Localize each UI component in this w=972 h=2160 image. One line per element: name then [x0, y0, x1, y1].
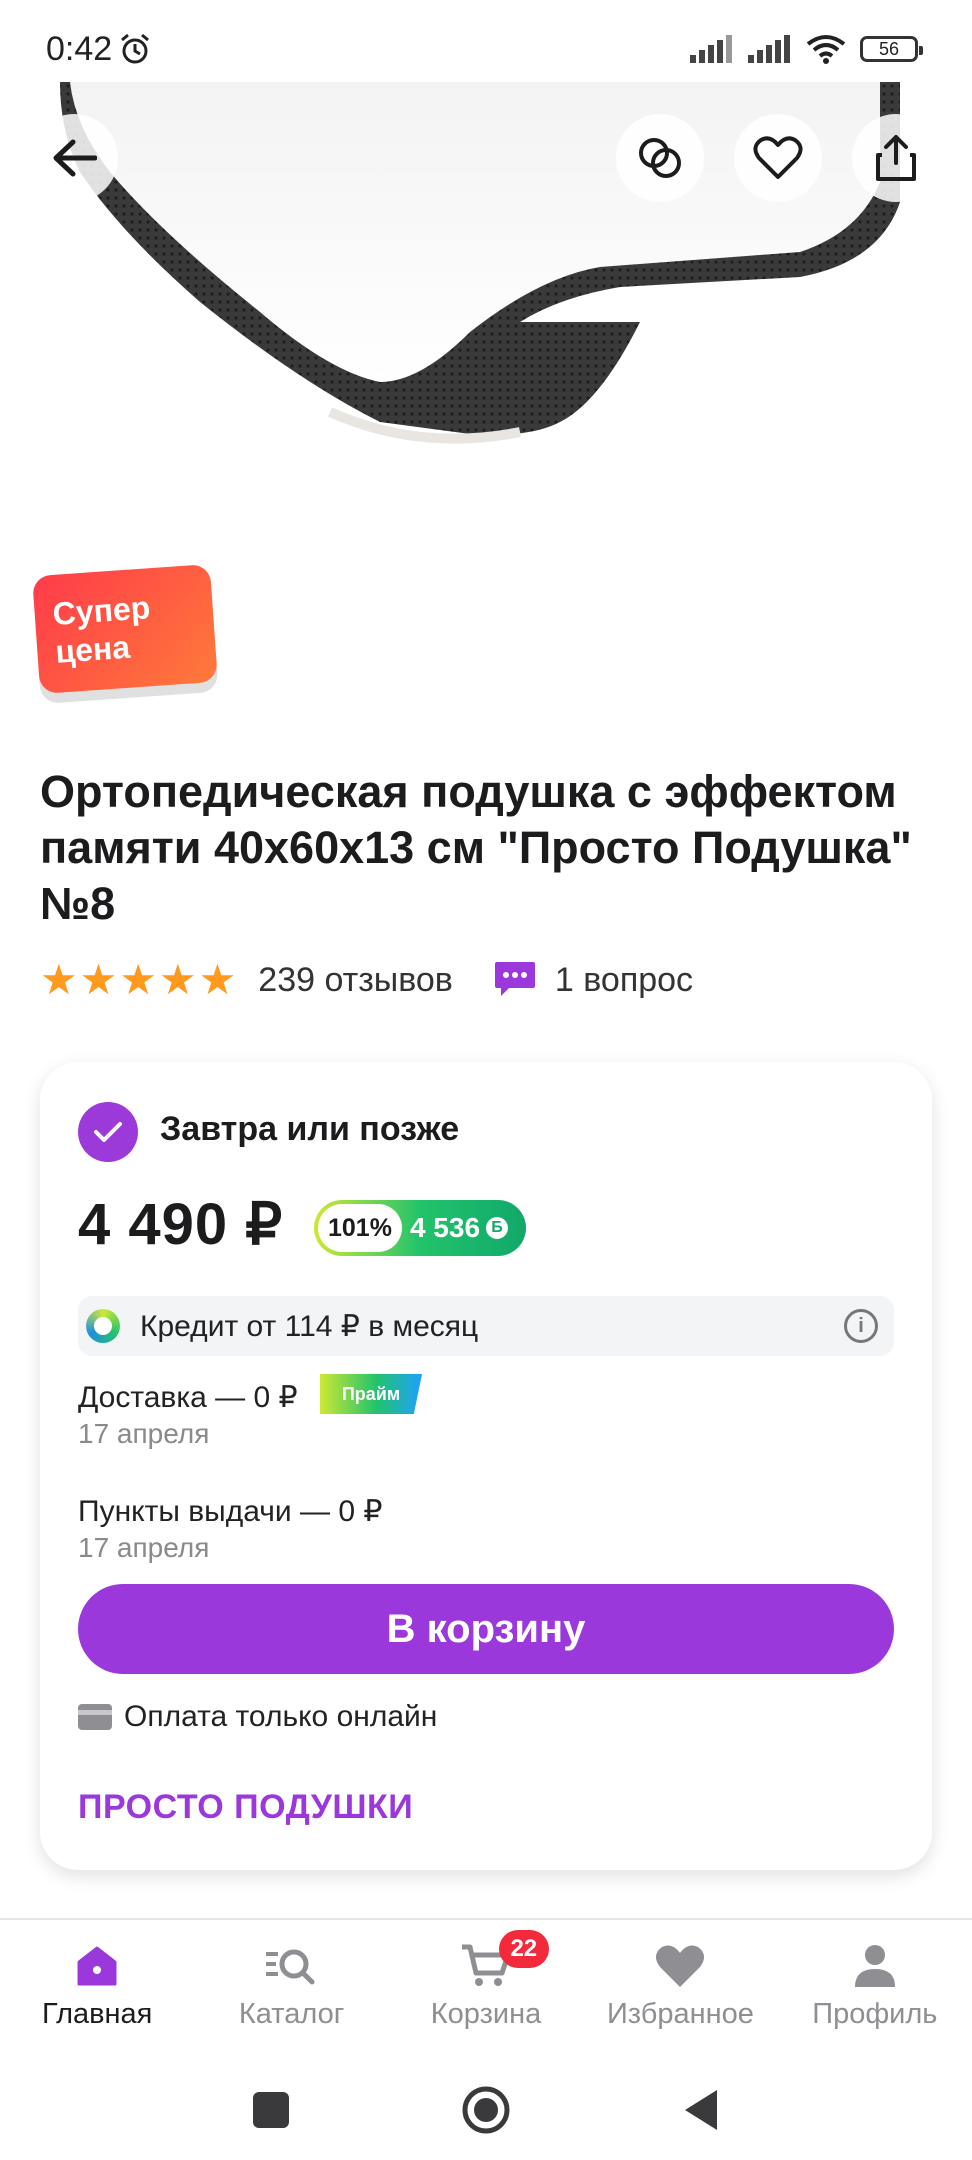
- nav-item-home[interactable]: Главная: [0, 1930, 194, 2050]
- signal-icon-2: [748, 35, 790, 63]
- credit-card-icon: [78, 1704, 112, 1730]
- nav-label-home: Главная: [42, 1998, 153, 2030]
- super-price-badge: Супер цена: [32, 563, 218, 695]
- recent-apps-icon[interactable]: [251, 2090, 291, 2130]
- star-icon: ★: [198, 956, 237, 1003]
- payment-note: Оплата только онлайн: [78, 1700, 437, 1734]
- status-icons: 56: [690, 34, 923, 64]
- nav-label-cart: Корзина: [430, 1998, 542, 2030]
- bonus-value: 4 536 Б: [409, 1212, 509, 1244]
- reviews-link[interactable]: 239 отзывов: [258, 961, 453, 1000]
- compare-icon: [639, 138, 681, 178]
- question-chat-icon[interactable]: [493, 960, 537, 1000]
- delivery-option-title[interactable]: Завтра или позже: [160, 1110, 459, 1149]
- share-button[interactable]: [852, 114, 940, 202]
- star-icon: ★: [119, 956, 157, 1003]
- star-icon: ★: [40, 956, 78, 1003]
- nav-item-profile[interactable]: Профиль: [778, 1930, 972, 2050]
- status-time: 0:42: [46, 30, 113, 68]
- star-icon: ★: [79, 956, 118, 1003]
- product-image[interactable]: [0, 82, 972, 532]
- credit-row[interactable]: Кредит от 114 ₽ в месяц i: [78, 1296, 894, 1356]
- star-icon: ★: [158, 956, 197, 1003]
- prime-badge: Прайм: [320, 1374, 422, 1414]
- home-icon: [77, 1946, 117, 1986]
- arrow-left-icon: [53, 139, 97, 177]
- home-button-icon[interactable]: [461, 2085, 511, 2135]
- nav-item-catalog[interactable]: Каталог: [194, 1930, 388, 2050]
- profile-icon: [854, 1945, 895, 1987]
- nav-item-favorites[interactable]: Избранное: [583, 1930, 777, 2050]
- signal-icon: [690, 35, 732, 63]
- nav-divider: [0, 1918, 972, 1920]
- compare-button[interactable]: [616, 114, 704, 202]
- battery-indicator: 56: [860, 36, 923, 62]
- nav-label-profile: Профиль: [812, 1998, 938, 2030]
- bonus-badge[interactable]: 101% 4 536 Б: [314, 1200, 526, 1256]
- credit-text: Кредит от 114 ₽ в месяц: [140, 1309, 479, 1343]
- wifi-icon: [806, 35, 846, 64]
- shipping-courier-date: 17 апреля: [78, 1418, 210, 1449]
- prime-badge-text: Прайм: [341, 1383, 401, 1404]
- rating-row: ★ ★ ★ ★ ★ 239 отзывов 1 вопрос: [40, 955, 693, 1005]
- back-triangle-icon[interactable]: [681, 2088, 721, 2132]
- cart-count-badge: 22: [498, 1930, 549, 1968]
- shipping-courier-label: Доставка — 0 ₽: [78, 1381, 298, 1414]
- questions-link[interactable]: 1 вопрос: [555, 961, 693, 1000]
- nav-label-favorites: Избранное: [606, 1998, 754, 2030]
- bottom-nav: Главная Каталог 22 Корзина Избранное Про…: [0, 1930, 972, 2050]
- sber-credit-icon: [86, 1309, 120, 1343]
- info-icon[interactable]: i: [844, 1309, 878, 1343]
- favorite-button[interactable]: [734, 114, 822, 202]
- rating-stars[interactable]: ★ ★ ★ ★ ★: [40, 959, 236, 1001]
- bonus-value-text: 4 536: [409, 1212, 481, 1243]
- alarm-icon: [121, 33, 149, 64]
- nav-label-catalog: Каталог: [238, 1998, 345, 2030]
- payment-note-text: Оплата только онлайн: [124, 1700, 438, 1733]
- shipping-pickup-date: 17 апреля: [78, 1532, 210, 1563]
- bonus-coin-icon: Б: [486, 1217, 509, 1239]
- catalog-search-icon: [265, 1949, 315, 1985]
- heart-icon: [656, 1945, 705, 1987]
- system-nav-bar: [0, 2060, 972, 2160]
- back-button[interactable]: [30, 114, 118, 202]
- bonus-percent: 101%: [318, 1204, 402, 1252]
- share-icon: [876, 135, 916, 181]
- shipping-pickup-label: Пункты выдачи — 0 ₽: [78, 1495, 383, 1528]
- add-to-cart-button[interactable]: В корзину: [78, 1584, 894, 1674]
- product-price: 4 490 ₽: [78, 1192, 284, 1257]
- offer-card: [40, 1062, 932, 1870]
- product-title: Ортопедическая подушка с эффектом памяти…: [40, 766, 912, 929]
- delivery-check-icon: [78, 1102, 138, 1162]
- heart-outline-icon: [753, 136, 803, 179]
- seller-link[interactable]: ПРОСТО ПОДУШКИ: [78, 1788, 413, 1827]
- nav-item-cart[interactable]: 22 Корзина: [389, 1930, 583, 2050]
